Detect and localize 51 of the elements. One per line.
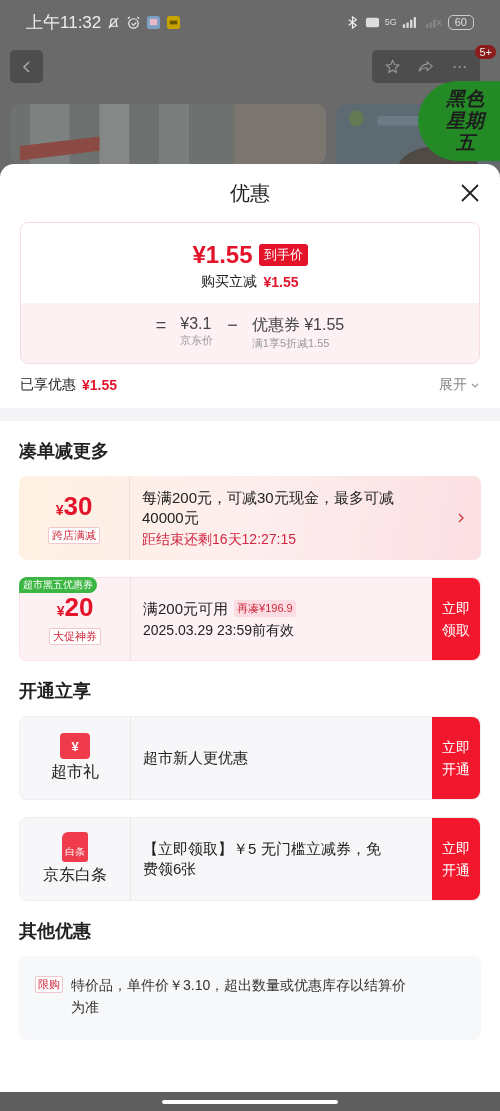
enjoyed-value: ¥1.55 (82, 377, 118, 393)
activate-button[interactable]: 立即开通 (432, 717, 480, 799)
countdown-text: 距结束还剩16天12:27:15 (142, 530, 298, 549)
expand-toggle[interactable]: 展开 (439, 376, 480, 394)
alarm-icon (126, 14, 142, 30)
service-description: 【立即领取】￥5 无门槛立减券，免费领6张 (143, 839, 382, 879)
formula-operator: = (155, 315, 167, 335)
price-tag: 到手价 (258, 244, 308, 266)
service-description: 超市新人更优惠 (143, 748, 249, 768)
back-button[interactable] (10, 50, 43, 83)
promo-description: 每满200元，可减30元现金，最多可减40000元 (142, 487, 395, 528)
formula-caption: 满1享5折减1.55 (251, 336, 330, 351)
coupon-tag: 大促神券 (49, 628, 101, 645)
discount-amount: ¥30 (55, 492, 93, 523)
coupon-corner-tag: 超市黑五优惠券 (19, 577, 97, 593)
promo-badge[interactable]: 黑色星期五 (418, 81, 500, 161)
formula-operator: − (227, 315, 238, 335)
section-title: 其他优惠 (19, 920, 92, 943)
service-name: 京东白条 (43, 865, 107, 885)
close-icon[interactable] (460, 183, 480, 203)
gallery-app-icon (146, 14, 162, 30)
rule-tag: 限购 (35, 976, 63, 993)
section-title: 凑单减更多 (19, 440, 110, 463)
rule-text: 特价品，单件价￥3.10，超出数量或优惠库存以结算价为准 (71, 976, 408, 1017)
coupon-condition: 满200元可用 (143, 598, 229, 619)
document-icon: 白条 (62, 832, 88, 862)
promo-card[interactable]: ¥30 跨店满减 每满200元，可减30元现金，最多可减40000元 距结束还剩16天12:27:15 (19, 476, 481, 560)
final-price: ¥1.55 (192, 241, 253, 269)
formula-caption: 京东价 (180, 333, 214, 348)
claim-button[interactable]: 立即领取 (432, 578, 480, 660)
network-label: 5G (384, 17, 397, 27)
coupon-validity: 2025.03.29 23:59前有效 (143, 621, 295, 640)
service-name: 超市礼 (51, 762, 99, 782)
formula-value: ¥3.1 (180, 315, 212, 333)
coupon-amount: ¥20 (56, 593, 94, 624)
ticket-icon: ¥ (60, 733, 90, 759)
home-indicator[interactable] (162, 1099, 338, 1104)
activate-button[interactable]: 立即开通 (432, 818, 480, 900)
notification-badge: 5+ (475, 45, 496, 59)
battery-indicator: 60 (447, 14, 474, 30)
remaining-chip: 再凑¥196.9 (234, 600, 296, 617)
enjoyed-label: 已享优惠 (20, 376, 76, 394)
formula-value: 优惠券 ¥1.55 (251, 315, 345, 335)
sheet-title: 优惠 (230, 180, 270, 206)
app-icon (166, 14, 182, 30)
discount-tag: 跨店满减 (48, 527, 100, 544)
instant-discount-value: ¥1.55 (263, 274, 299, 290)
instant-discount-label: 购买立减 (201, 273, 258, 291)
status-time: 上午11:32 (26, 11, 102, 34)
section-title: 开通立享 (19, 680, 92, 703)
chevron-right-icon (457, 512, 465, 524)
